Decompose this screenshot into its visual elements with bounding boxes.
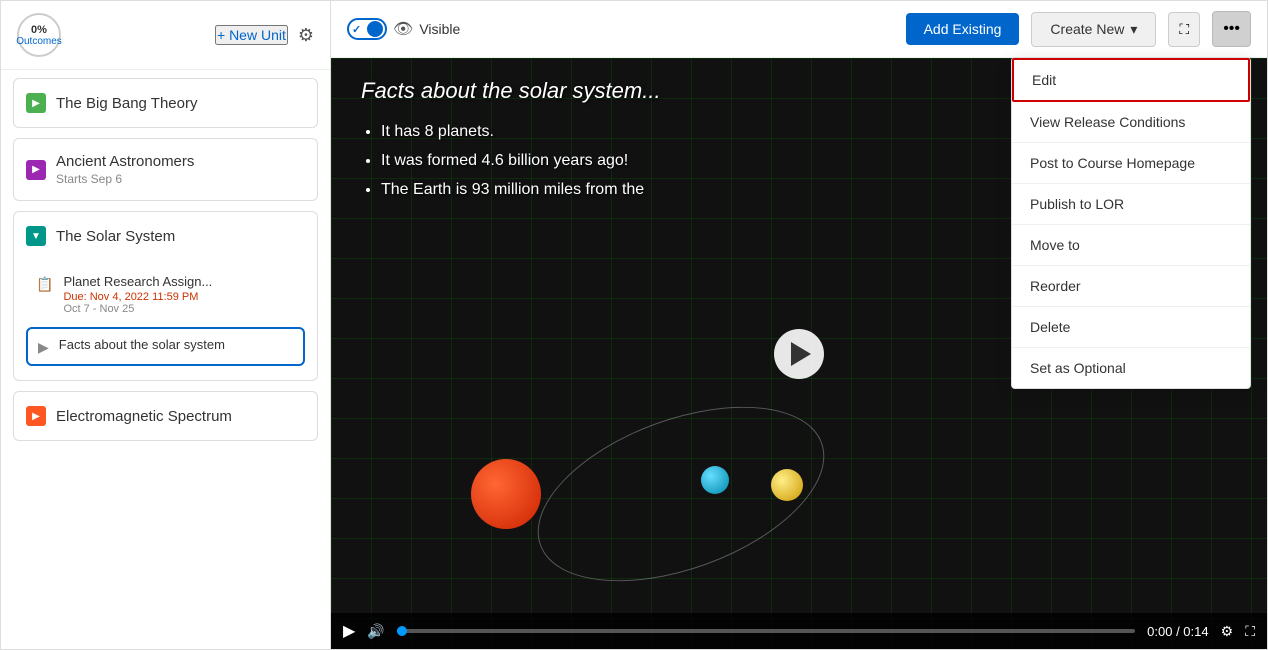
- child-text-group-planet: Planet Research Assign... Due: Nov 4, 20…: [63, 274, 212, 315]
- unit-header-big-bang[interactable]: ▶ The Big Bang Theory: [14, 79, 317, 127]
- content-area: ✓ 👁 Visible Add Existing Create New ▾ ⛶ …: [331, 1, 1267, 649]
- menu-item-post-homepage[interactable]: Post to Course Homepage: [1012, 143, 1250, 184]
- child-dates-planet-research: Oct 7 - Nov 25: [63, 303, 212, 315]
- visible-label: Visible: [419, 21, 460, 37]
- unit-arrow-big-bang: ▶: [26, 93, 46, 113]
- list-item-planet-research[interactable]: 📋 Planet Research Assign... Due: Nov 4, …: [26, 266, 305, 323]
- child-title-facts-video: Facts about the solar system: [59, 337, 225, 352]
- create-new-button[interactable]: Create New ▾: [1031, 12, 1156, 47]
- unit-item-big-bang: ▶ The Big Bang Theory: [13, 78, 318, 128]
- sidebar-scroll: ▶ The Big Bang Theory ▶ Ancient Astronom…: [1, 70, 330, 649]
- new-unit-button[interactable]: + New Unit: [215, 25, 288, 45]
- menu-item-reorder[interactable]: Reorder: [1012, 266, 1250, 307]
- gear-icon[interactable]: ⚙: [298, 25, 314, 46]
- video-bullets: It has 8 planets. It was formed 4.6 bill…: [361, 118, 644, 204]
- unit-arrow-solar-system: ▼: [26, 226, 46, 246]
- menu-item-edit[interactable]: Edit: [1012, 58, 1250, 102]
- video-bullet-3: The Earth is 93 million miles from the: [381, 176, 644, 205]
- unit-title-group-ancient: Ancient Astronomers Starts Sep 6: [56, 153, 194, 186]
- unit-item-solar-system: ▼ The Solar System 📋 Planet Research Ass…: [13, 211, 318, 381]
- more-icon: •••: [1223, 20, 1240, 37]
- child-text-group-facts: Facts about the solar system: [59, 337, 225, 352]
- planet-yellow: [771, 469, 803, 501]
- expand-icon: ⛶: [1179, 21, 1189, 37]
- video-bullet-1: It has 8 planets.: [381, 118, 644, 147]
- video-settings-icon[interactable]: ⚙: [1221, 623, 1234, 640]
- fullscreen-button[interactable]: ⛶: [1168, 12, 1200, 47]
- video-title-text: Facts about the solar system...: [361, 78, 661, 104]
- video-time: 0:00 / 0:14: [1147, 624, 1208, 639]
- unit-subtitle-ancient-astronomers: Starts Sep 6: [56, 172, 194, 186]
- planet-blue: [701, 466, 729, 494]
- more-options-button[interactable]: •••: [1212, 11, 1251, 47]
- document-icon: 📋: [36, 276, 53, 293]
- create-new-label: Create New: [1050, 21, 1124, 37]
- progress-bar[interactable]: [397, 629, 1135, 633]
- content-toolbar: ✓ 👁 Visible Add Existing Create New ▾ ⛶ …: [331, 1, 1267, 58]
- video-play-button[interactable]: [774, 329, 824, 379]
- video-bullet-2: It was formed 4.6 billion years ago!: [381, 147, 644, 176]
- planet-red: [471, 459, 541, 529]
- add-existing-button[interactable]: Add Existing: [906, 13, 1020, 45]
- unit-item-em-spectrum: ▶ Electromagnetic Spectrum: [13, 391, 318, 441]
- menu-item-publish-lor[interactable]: Publish to LOR: [1012, 184, 1250, 225]
- chevron-down-icon: ▾: [1130, 21, 1137, 38]
- progress-dot: [397, 626, 407, 636]
- app-container: 0% Outcomes + New Unit ⚙ ▶ The Big Bang …: [0, 0, 1268, 650]
- unit-title-solar-system: The Solar System: [56, 228, 175, 245]
- play-triangle-icon: [791, 342, 811, 366]
- menu-item-set-optional[interactable]: Set as Optional: [1012, 348, 1250, 388]
- unit-title-big-bang: The Big Bang Theory: [56, 95, 197, 112]
- dropdown-menu: Edit View Release Conditions Post to Cou…: [1011, 57, 1251, 389]
- check-icon: ✓: [352, 23, 361, 36]
- toggle-container: ✓ 👁 Visible: [347, 18, 460, 40]
- outcomes-label: Outcomes: [16, 36, 62, 47]
- menu-item-move-to[interactable]: Move to: [1012, 225, 1250, 266]
- menu-item-delete[interactable]: Delete: [1012, 307, 1250, 348]
- toggle-knob: [367, 21, 383, 37]
- unit-item-ancient-astronomers: ▶ Ancient Astronomers Starts Sep 6: [13, 138, 318, 201]
- unit-title-em-spectrum: Electromagnetic Spectrum: [56, 408, 232, 425]
- sidebar-header: 0% Outcomes + New Unit ⚙: [1, 1, 330, 70]
- unit-header-em-spectrum[interactable]: ▶ Electromagnetic Spectrum: [14, 392, 317, 440]
- outcomes-circle[interactable]: 0% Outcomes: [17, 13, 61, 57]
- unit-title-ancient-astronomers: Ancient Astronomers: [56, 153, 194, 170]
- play-pause-button[interactable]: ▶: [343, 621, 355, 641]
- video-fullscreen-icon[interactable]: ⛶: [1245, 623, 1255, 640]
- child-title-planet-research: Planet Research Assign...: [63, 274, 212, 289]
- menu-item-view-release[interactable]: View Release Conditions: [1012, 102, 1250, 143]
- unit-arrow-ancient-astronomers: ▶: [26, 160, 46, 180]
- child-due-planet-research: Due: Nov 4, 2022 11:59 PM: [63, 291, 212, 303]
- list-item-facts-video[interactable]: ▶ Facts about the solar system: [26, 327, 305, 366]
- sidebar: 0% Outcomes + New Unit ⚙ ▶ The Big Bang …: [1, 1, 331, 649]
- video-controls: ▶ 🔊 0:00 / 0:14 ⚙ ⛶: [331, 613, 1267, 649]
- unit-arrow-em-spectrum: ▶: [26, 406, 46, 426]
- video-icon: ▶: [38, 339, 49, 356]
- visibility-toggle[interactable]: ✓: [347, 18, 387, 40]
- unit-header-solar-system[interactable]: ▼ The Solar System: [14, 212, 317, 260]
- outcomes-percentage: 0%: [31, 24, 47, 36]
- unit-header-ancient-astronomers[interactable]: ▶ Ancient Astronomers Starts Sep 6: [14, 139, 317, 200]
- volume-button[interactable]: 🔊: [367, 623, 384, 640]
- unit-children-solar-system: 📋 Planet Research Assign... Due: Nov 4, …: [14, 260, 317, 380]
- eye-icon: 👁: [393, 19, 413, 39]
